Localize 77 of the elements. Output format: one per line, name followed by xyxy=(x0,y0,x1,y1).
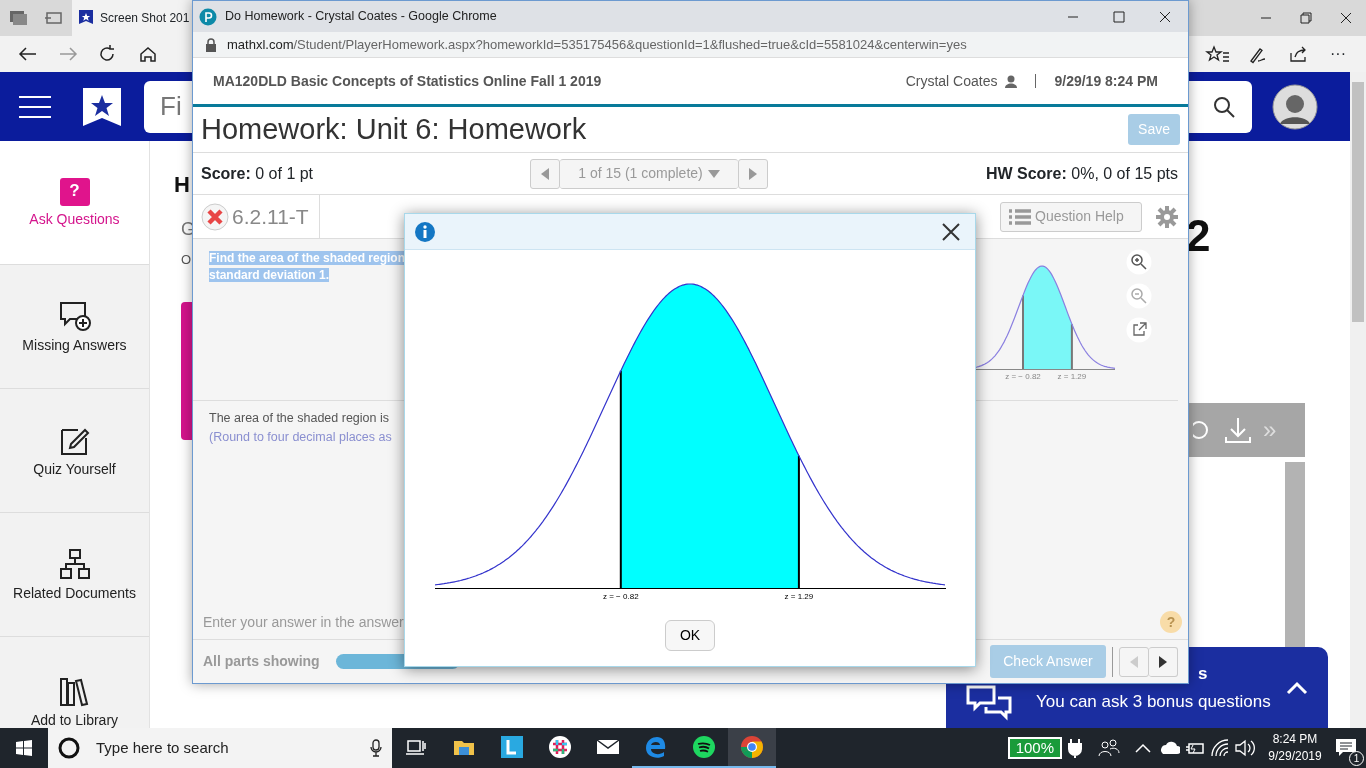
wifi-icon[interactable] xyxy=(1210,739,1230,757)
hw-score-text: HW Score: 0%, 0 of 15 pts xyxy=(985,163,1178,184)
triangle-left-icon xyxy=(1128,654,1140,669)
list-icon xyxy=(1009,208,1031,225)
answer-prompt: The area of the shaded region is xyxy=(209,410,390,427)
chevron-up-icon[interactable] xyxy=(1134,742,1152,754)
scrollbar[interactable] xyxy=(1285,462,1305,647)
big-number: 2 xyxy=(1186,214,1211,258)
incorrect-icon xyxy=(201,202,229,231)
clock-time[interactable]: 8:24 PM xyxy=(1264,731,1326,748)
chevron-up-icon[interactable] xyxy=(1286,681,1308,695)
triangle-left-icon xyxy=(539,166,552,181)
star-shield-logo-icon[interactable] xyxy=(82,86,122,127)
homework-title: Homework: Unit 6: Homework xyxy=(201,111,587,147)
plug-icon xyxy=(1068,738,1082,758)
hierarchy-icon xyxy=(58,547,91,580)
lock-icon xyxy=(205,37,217,52)
star-shield-icon xyxy=(78,9,94,27)
window-title: Do Homework - Crystal Coates - Google Chrome xyxy=(225,8,497,26)
search-icon[interactable] xyxy=(1212,94,1236,119)
battery-icon[interactable] xyxy=(1184,741,1206,755)
people-icon[interactable] xyxy=(1098,738,1120,758)
question-text: standard deviation 1. xyxy=(209,268,330,282)
ok-button[interactable]: OK xyxy=(664,620,716,651)
cortana-circle-icon xyxy=(58,737,80,759)
scrollbar[interactable] xyxy=(1350,72,1366,728)
parts-label: All parts showing xyxy=(203,652,320,671)
question-badge: ? xyxy=(59,177,90,206)
sidebar-item[interactable]: Related Documents xyxy=(13,585,136,602)
settings-icon[interactable] xyxy=(1156,205,1178,228)
chat-plus-icon xyxy=(58,299,91,332)
info-icon xyxy=(415,221,435,242)
page-text: O xyxy=(181,251,192,269)
previous-button[interactable] xyxy=(530,158,561,189)
microphone-icon xyxy=(370,739,382,757)
banner-text: You can ask 3 bonus questions xyxy=(1036,691,1272,713)
z-label: z = − 0.82 xyxy=(1005,372,1041,381)
browser-tab[interactable]: Screen Shot 201 xyxy=(72,0,192,36)
z-label: z = 1.29 xyxy=(784,592,814,601)
user-icon xyxy=(1005,74,1018,88)
pearson-logo-icon xyxy=(199,7,217,26)
close-icon[interactable] xyxy=(941,221,961,242)
zoom-in-icon[interactable] xyxy=(1126,249,1152,275)
question-text: Find the area of the shaded region xyxy=(209,251,406,265)
search-field[interactable]: Fi xyxy=(160,87,182,126)
sidebar-item[interactable]: Ask Questions xyxy=(29,211,120,228)
answer-note: (Round to four decimal places as xyxy=(209,429,393,446)
sidebar-item[interactable]: Add to Library xyxy=(30,713,119,729)
question-id: 6.2.11-T xyxy=(232,203,309,230)
next-button[interactable] xyxy=(1149,646,1178,677)
clock-date[interactable]: 9/29/2019 xyxy=(1264,748,1326,765)
banner-title: s xyxy=(1197,663,1209,685)
chat-bubbles-icon xyxy=(966,685,1012,721)
triangle-right-icon xyxy=(1157,654,1169,669)
z-label: z = 1.29 xyxy=(1057,372,1087,381)
speaker-icon[interactable] xyxy=(1234,739,1256,757)
caret-icon xyxy=(706,168,721,179)
sidebar-item[interactable]: Quiz Yourself xyxy=(33,461,116,478)
z-label: z = − 0.82 xyxy=(603,592,639,601)
windows-start-icon[interactable] xyxy=(16,740,32,756)
menu-icon[interactable] xyxy=(18,93,52,120)
sidebar-item[interactable]: Missing Answers xyxy=(22,337,127,354)
user-name: Crystal Coates xyxy=(905,71,998,91)
course-title: MA120DLD Basic Concepts of Statistics Online Fall 1 2019 xyxy=(213,71,602,91)
taskbar-search-field[interactable]: Type here to search xyxy=(48,728,392,768)
circle-browser-icon[interactable] xyxy=(728,728,776,768)
books-icon xyxy=(58,675,91,707)
hint-text: Enter your answer in the answer xyxy=(203,612,404,632)
avatar-icon[interactable] xyxy=(1272,83,1318,130)
page-heading: H xyxy=(174,174,190,196)
score-text: Score: 0 of 1 pt xyxy=(201,163,314,184)
notification-count: 1 xyxy=(1349,751,1364,766)
cloud-icon[interactable] xyxy=(1158,741,1180,755)
date-time: 9/29/19 8:24 PM xyxy=(1054,71,1158,91)
external-link-icon[interactable] xyxy=(1126,317,1152,343)
more-icon[interactable]: ··· xyxy=(1318,42,1358,66)
battery-percent: 100% xyxy=(1007,737,1062,759)
